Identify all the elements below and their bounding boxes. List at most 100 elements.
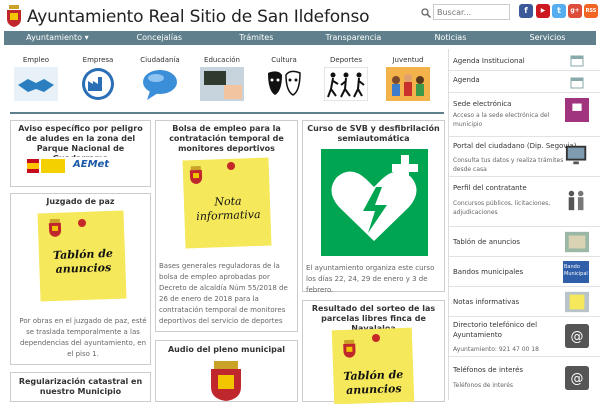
sidebar-item-subtitle: Consulta tus datos y realiza trámites de… [453,157,564,173]
card-bolsa[interactable]: Bolsa de empleo para la contratación tem… [155,120,298,332]
site-title[interactable]: Ayuntamiento Real Sitio de San Ildefonso [27,7,370,27]
card-title[interactable]: Regularización catastral en nuestro Muni… [11,377,150,397]
nav-concejalias[interactable]: Concejalías [111,31,208,45]
card-catastral[interactable]: Regularización catastral en nuestro Muni… [10,372,151,402]
rss-icon[interactable]: RSS [584,4,598,18]
notes-icon [565,291,589,313]
svg-text:@: @ [571,372,584,387]
theatre-masks-icon [268,70,301,96]
nav-ayuntamiento[interactable]: Ayuntamiento ▾ [4,31,111,45]
pushpin-icon [227,162,235,170]
bando-icon-text: Bando Municipal [564,264,588,277]
card-aludes[interactable]: Aviso específico por peligro de aludes e… [10,120,151,187]
category-deportes[interactable]: Deportes [320,56,372,101]
category-cultura[interactable]: Cultura [258,56,310,101]
facebook-icon[interactable]: f [519,4,533,18]
calendar-icon [570,55,584,67]
category-label: Empleo [22,56,50,64]
sidebar-item-tablon[interactable]: Tablón de anuncios [449,227,600,257]
factory-icon [82,68,114,100]
athletes-icon [324,67,368,101]
sidebar-item-title[interactable]: Sede electrónica [453,99,511,109]
card-text: El ayuntamiento organiza este curso los … [306,264,435,294]
sede-electronica-icon [565,98,589,122]
sidebar-item-title[interactable]: Perfil del contratante [453,183,527,193]
pushpin-icon [78,219,86,227]
card-title[interactable]: Bolsa de empleo para la contratación tem… [156,124,297,154]
note-paper: Nota informativa [182,157,272,249]
coat-of-arms-icon [343,339,356,358]
search-icon[interactable] [421,8,431,18]
sidebar-item-title[interactable]: Bandos municipales [453,267,523,277]
card-sorteo[interactable]: Resultado del sorteo de las parcelas lib… [302,300,445,404]
card-title[interactable]: Juzgado de paz [11,197,150,207]
sidebar-item-agenda[interactable]: Agenda [449,71,600,93]
sidebar-item-agenda-institucional[interactable]: Agenda Institucional [449,49,600,71]
sidebar-item-perfil-contratante[interactable]: Perfil del contratante Concursos público… [449,177,600,227]
sidebar-item-subtitle: Teléfonos de interés [453,382,514,389]
google-plus-icon[interactable]: g+ [568,4,582,18]
nav-tramites[interactable]: Trámites [208,31,305,45]
sidebar-item-portal-ciudadano[interactable]: Portal del ciudadano (Dip. Segovia) Cons… [449,137,600,177]
category-empleo[interactable]: Empleo [10,56,62,101]
sidebar-item-directorio[interactable]: Directorio telefónico del Ayuntamiento A… [449,317,600,357]
sidebar-item-title[interactable]: Agenda [453,75,480,85]
nav-noticias[interactable]: Noticias [402,31,499,45]
card-svb[interactable]: Curso de SVB y desfibrilación semiautomá… [302,120,445,294]
card-text: Por obras en el juzgado de paz, esté se … [19,317,147,358]
coat-of-arms-icon[interactable] [6,5,22,27]
category-juventud[interactable]: Juventud [382,56,434,101]
aemet-logo: AEMet [27,157,137,175]
sidebar-item-title[interactable]: Tablón de anuncios [453,237,520,247]
category-label: Cultura [271,56,297,64]
note-text: Nota informativa [196,194,261,224]
speech-bubble-icon [143,70,177,100]
classroom-icon [200,67,244,101]
people-icon [568,190,584,211]
sidebar: Agenda Institucional Agenda Sede electró… [448,49,600,400]
category-bar: Empleo Empresa Ciudadanía Educación Cult… [10,56,444,111]
sidebar-item-title[interactable]: Directorio telefónico del Ayuntamiento [453,320,565,340]
sidebar-item-title[interactable]: Agenda Institucional [453,56,525,66]
card-juzgado[interactable]: Juzgado de paz Tablón de anuncios Por ob… [10,193,151,365]
defibrillator-icon [321,149,428,256]
sidebar-item-notas[interactable]: Notas informativas [449,287,600,317]
pushpin-icon [372,334,380,342]
card-title[interactable]: Audio del pleno municipal [156,345,297,355]
coat-of-arms-icon [48,218,62,237]
category-educacion[interactable]: Educación [196,56,248,101]
search-input[interactable] [433,4,510,20]
sidebar-item-title[interactable]: Teléfonos de interés [453,365,523,375]
nav-servicios[interactable]: Servicios [499,31,596,45]
sidebar-item-title[interactable]: Notas informativas [453,297,519,307]
sidebar-item-title[interactable]: Portal del ciudadano (Dip. Segovia) [453,141,576,151]
card-audio[interactable]: Audio del pleno municipal [155,340,298,402]
aemet-text: AEMet [73,159,110,170]
phone-directory-icon: @ [565,324,589,348]
category-empresa[interactable]: Empresa [72,56,124,101]
sidebar-item-bandos[interactable]: Bandos municipales Bando Municipal [449,257,600,287]
spanish-government-icon [27,159,65,173]
category-label: Ciudadanía [140,56,180,64]
coat-of-arms-icon [211,361,241,401]
card-title[interactable]: Curso de SVB y desfibrilación semiautomá… [303,124,444,144]
handshake-icon [14,67,58,101]
category-ciudadania[interactable]: Ciudadanía [134,56,186,101]
svg-text:@: @ [571,330,584,345]
phone-icon: @ [565,366,589,390]
youtube-icon[interactable]: ▶ [536,4,550,18]
site-header: Ayuntamiento Real Sitio de San Ildefonso… [0,0,600,30]
bando-municipal-icon: Bando Municipal [563,261,589,283]
sidebar-item-sede[interactable]: Sede electrónica Acceso a la sede electr… [449,93,600,137]
twitter-icon[interactable]: t [552,4,566,18]
sidebar-item-subtitle: Acceso a la sede electrónica del municip… [453,112,550,128]
card-text: Bases generales reguladoras de la bolsa … [159,262,288,325]
computer-icon [565,145,587,165]
category-label: Deportes [330,56,362,64]
note-text: Tablón de anuncios [52,246,114,276]
nav-transparencia[interactable]: Transparencia [305,31,402,45]
sidebar-item-telefonos[interactable]: Teléfonos de interés Teléfonos de interé… [449,357,600,400]
main-nav: Ayuntamiento ▾ Concejalías Trámites Tran… [4,31,596,45]
sidebar-item-subtitle: Ayuntamiento: 921 47 00 18 [453,346,539,353]
sidebar-item-subtitle: Concursos públicos, licitaciones, adjudi… [453,200,551,216]
